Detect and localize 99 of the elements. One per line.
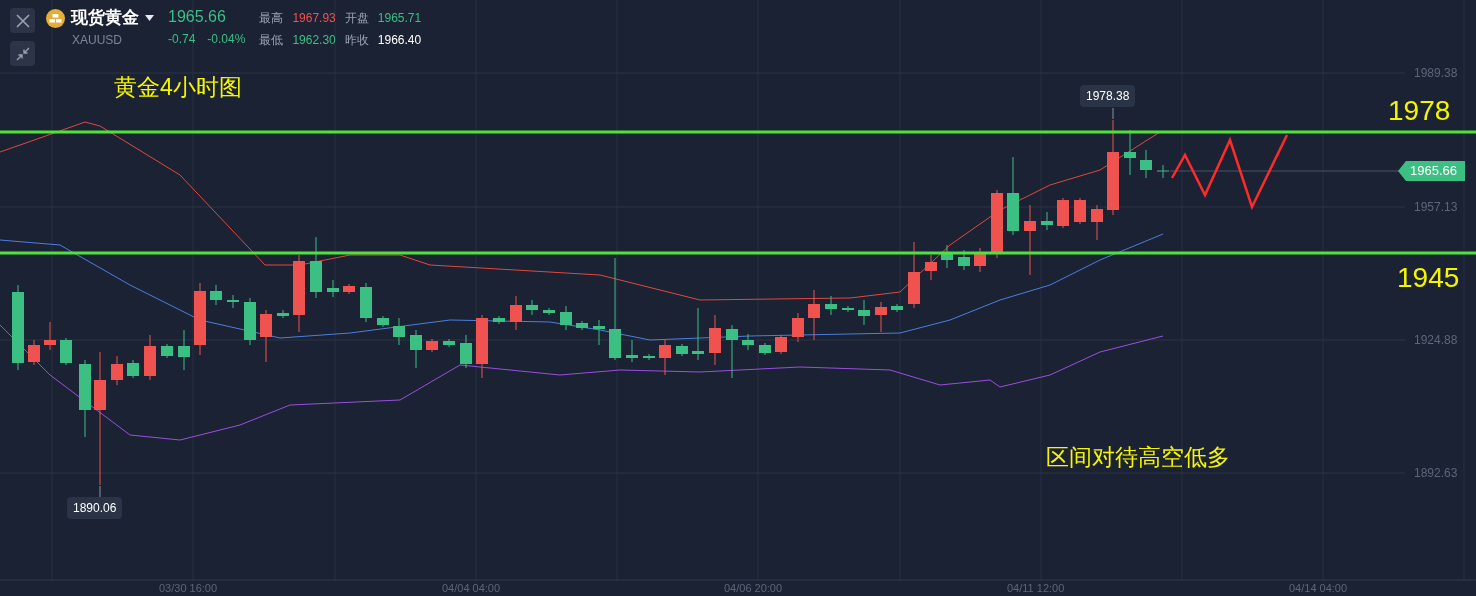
candle [60, 337, 72, 366]
stat-value: 1962.30 [292, 32, 336, 49]
candle [941, 244, 953, 269]
candle [891, 303, 903, 313]
candle [1124, 129, 1136, 176]
candle [825, 295, 837, 316]
candle [808, 289, 820, 341]
candle [626, 339, 638, 363]
candle [510, 295, 522, 331]
x-axis-label: 04/06 20:00 [724, 582, 783, 595]
candle [775, 334, 787, 355]
current-price: 1965.66 [168, 7, 227, 27]
candle [343, 283, 355, 295]
candle [1074, 197, 1086, 225]
candle [227, 294, 239, 309]
candle [908, 241, 920, 309]
candle [742, 333, 754, 351]
price-change: -0.74 [168, 31, 196, 48]
candle [974, 247, 986, 273]
candle [643, 353, 655, 361]
candle [178, 329, 190, 371]
stat-label: 最高 [259, 10, 284, 27]
candle [393, 317, 405, 346]
x-axis-label: 03/30 16:00 [159, 582, 218, 595]
candle [210, 284, 222, 306]
candle [426, 338, 438, 353]
candle [676, 343, 688, 357]
x-axis-label: 04/11 12:00 [1007, 582, 1065, 595]
candle [28, 339, 40, 366]
low-price-marker: 1890.06 [67, 497, 123, 519]
ingot-coin-icon [46, 8, 65, 28]
candle [127, 359, 139, 379]
candle [44, 321, 56, 351]
y-axis-label: 1892.63 [1414, 466, 1458, 480]
candle [476, 314, 488, 379]
crosshair-icon [1156, 164, 1170, 179]
price-change-percent: -0.04% [207, 31, 246, 48]
candle [493, 315, 505, 325]
candle [360, 282, 372, 323]
level-label: 1978 [1388, 95, 1451, 127]
leader-line [99, 485, 101, 498]
instrument-symbol: XAUUSD [72, 32, 123, 49]
candle [277, 309, 289, 319]
y-axis-label: 1957.13 [1414, 200, 1458, 214]
candle [991, 189, 1003, 259]
stat-value: 1967.93 [292, 10, 336, 27]
candle [593, 319, 605, 346]
current-price-tag: 1965.66 [1398, 161, 1465, 181]
high-price-marker: 1978.38 [1080, 85, 1136, 107]
y-axis-label: 1989.38 [1414, 66, 1458, 80]
candle [1024, 204, 1036, 276]
x-axis-label: 04/14 04:00 [1289, 582, 1348, 595]
candle [842, 305, 854, 313]
candle [1091, 204, 1103, 241]
x-axis-label: 04/04 04:00 [442, 582, 501, 595]
instrument-name: 现货黄金 [71, 7, 139, 29]
candle [726, 324, 738, 379]
candle [443, 338, 455, 348]
candle [1140, 149, 1152, 179]
collapse-arrows-icon [15, 46, 30, 61]
collapse-button[interactable] [10, 41, 35, 66]
candle [576, 320, 588, 331]
dropdown-caret-icon[interactable] [145, 15, 154, 21]
candle [659, 339, 671, 376]
candle [111, 355, 123, 386]
stat-label: 最低 [259, 32, 284, 49]
candle [792, 312, 804, 343]
stat-value: 1965.71 [377, 10, 422, 27]
candle [244, 297, 256, 346]
chart-title-note: 黄金4小时图 [114, 73, 242, 102]
candle [310, 236, 322, 299]
candle [526, 299, 538, 316]
candle [560, 305, 572, 331]
candle [709, 314, 721, 366]
y-axis-label: 1924.88 [1414, 333, 1458, 347]
strategy-note: 区间对待高空低多 [1046, 443, 1230, 472]
leader-line [1112, 107, 1114, 120]
candle [260, 309, 272, 363]
stat-value: 1966.40 [377, 32, 422, 49]
candle [377, 315, 389, 328]
close-button[interactable] [10, 8, 35, 33]
stat-label: 昨收 [344, 32, 369, 49]
candle [759, 342, 771, 356]
candle [144, 334, 156, 381]
candle [1041, 211, 1053, 231]
candle [410, 329, 422, 369]
candle [692, 307, 704, 361]
stat-label: 开盘 [344, 10, 369, 27]
candle [327, 279, 339, 298]
candle [925, 254, 937, 281]
close-icon [15, 13, 30, 28]
candle [543, 307, 555, 316]
level-label: 1945 [1397, 262, 1460, 294]
candle [875, 301, 887, 333]
candle [858, 299, 870, 326]
candle [1057, 197, 1069, 229]
candle [460, 334, 472, 369]
candle [161, 343, 173, 359]
candle [958, 249, 970, 271]
